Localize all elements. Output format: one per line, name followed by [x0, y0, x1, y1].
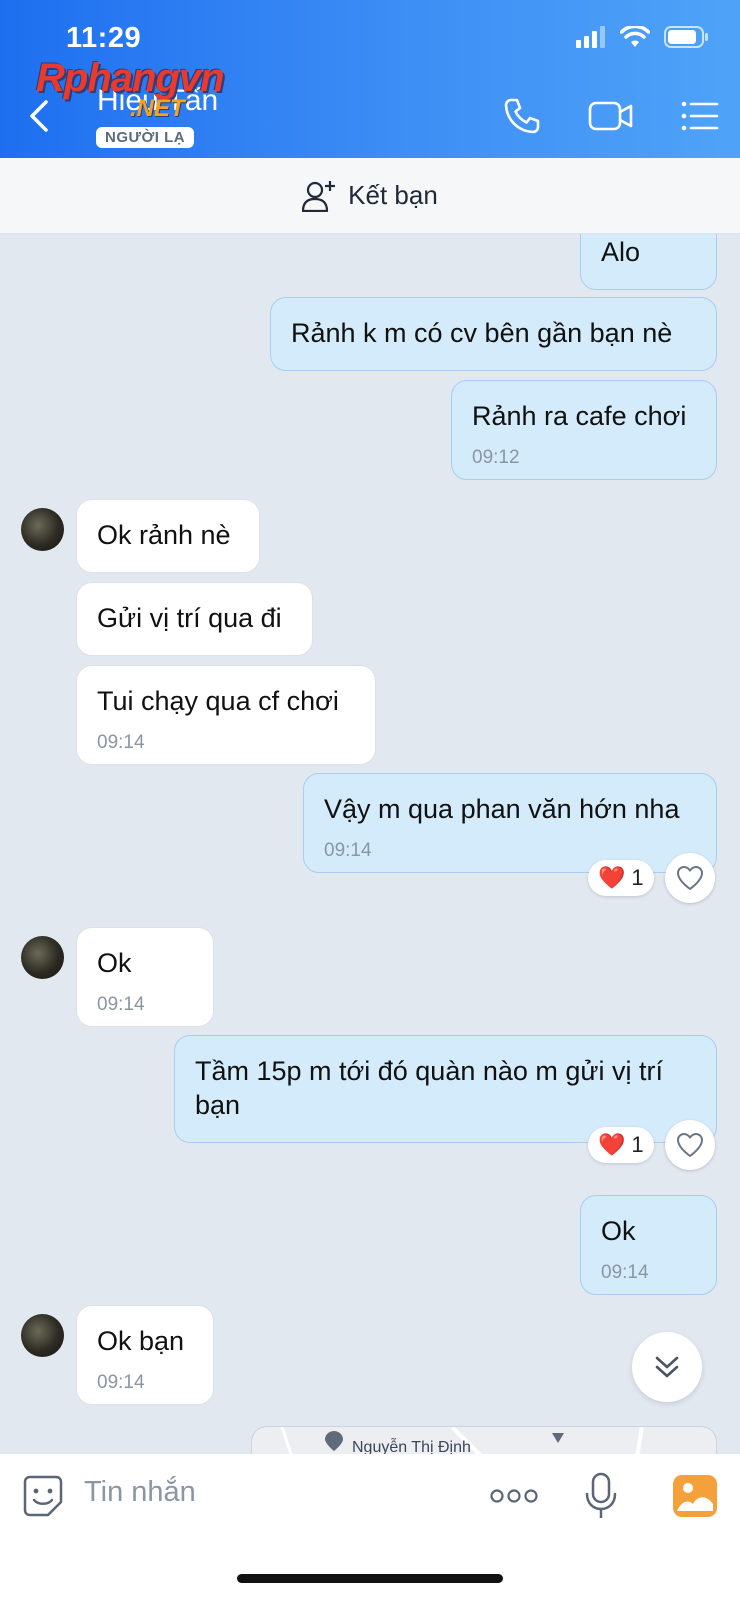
- message-text: Ok: [97, 948, 132, 978]
- message-text: Ok rảnh nè: [97, 520, 231, 550]
- video-call-icon[interactable]: [588, 96, 634, 136]
- message-text: Alo: [601, 237, 641, 267]
- message-text: Tầm 15p m tới đó quàn nào m gửi vị trí b…: [195, 1056, 663, 1120]
- reaction-count-badge[interactable]: ❤️ 1: [588, 860, 654, 896]
- message-bubble-out[interactable]: Vậy m qua phan văn hớn nha 09:14: [303, 773, 717, 873]
- message-bubble-out[interactable]: Rảnh k m có cv bên gần bạn nè: [270, 297, 717, 371]
- chat-messages[interactable]: Alo Rảnh k m có cv bên gần bạn nè Rảnh r…: [0, 234, 740, 1454]
- signal-icon: [576, 26, 605, 48]
- message-bubble-in[interactable]: Ok rảnh nè: [76, 499, 260, 573]
- add-friend-label: Kết bạn: [348, 180, 438, 210]
- like-button[interactable]: [665, 1120, 715, 1170]
- add-user-icon: [302, 180, 336, 212]
- like-button[interactable]: [665, 853, 715, 903]
- map-street-label: Nguyễn Thị Định: [352, 1439, 471, 1454]
- wifi-icon: [620, 26, 650, 47]
- message-bubble-in[interactable]: Tui chạy qua cf chơi 09:14: [76, 665, 376, 765]
- message-bubble-out[interactable]: Alo: [580, 234, 717, 290]
- stranger-badge: NGƯỜI LẠ: [96, 127, 195, 148]
- message-text: Ok bạn: [97, 1326, 185, 1356]
- message-time: 09:14: [97, 732, 145, 753]
- double-chevron-down-icon: [655, 1356, 679, 1378]
- message-bubble-in[interactable]: Ok bạn 09:14: [76, 1305, 214, 1405]
- contact-avatar[interactable]: [21, 1314, 64, 1357]
- status-icons: [576, 26, 710, 48]
- heart-reaction-icon: ❤️: [598, 865, 626, 890]
- heart-outline-icon: [677, 1133, 703, 1157]
- location-map-preview[interactable]: Nguyễn Thị Định: [251, 1426, 717, 1454]
- message-text: Vậy m qua phan văn hớn nha: [324, 794, 680, 824]
- message-text: Rảnh k m có cv bên gần bạn nè: [291, 318, 673, 348]
- message-bubble-in[interactable]: Gửi vị trí qua đi: [76, 582, 313, 656]
- contact-avatar[interactable]: [21, 936, 64, 979]
- reaction-count-badge[interactable]: ❤️ 1: [588, 1127, 654, 1163]
- sticker-icon[interactable]: [22, 1474, 64, 1518]
- heart-outline-icon: [677, 866, 703, 890]
- message-time: 09:14: [97, 1372, 145, 1393]
- chat-header: 11:29 Hiếu Tấn NGƯỜI LẠ Rphangvn .NET: [0, 0, 740, 158]
- scroll-to-bottom-button[interactable]: [632, 1332, 702, 1402]
- home-indicator[interactable]: [237, 1574, 503, 1583]
- reaction-count: 1: [631, 1132, 644, 1157]
- menu-list-icon[interactable]: [680, 96, 720, 136]
- message-text: Tui chạy qua cf chơi: [97, 686, 339, 716]
- message-time: 09:14: [97, 994, 145, 1015]
- message-time: 09:12: [472, 447, 520, 468]
- message-bubble-in[interactable]: Ok 09:14: [76, 927, 214, 1027]
- heart-reaction-icon: ❤️: [598, 1132, 626, 1157]
- microphone-icon[interactable]: [584, 1472, 618, 1520]
- image-gallery-icon[interactable]: [672, 1474, 718, 1518]
- reaction-count: 1: [631, 865, 644, 890]
- message-bubble-out[interactable]: Rảnh ra cafe chơi 09:12: [451, 380, 717, 480]
- add-friend-bar[interactable]: Kết bạn: [0, 158, 740, 234]
- status-time: 11:29: [66, 22, 142, 54]
- map-roads: [280, 1427, 644, 1454]
- battery-icon: [664, 26, 708, 48]
- phone-icon[interactable]: [502, 96, 542, 136]
- message-input[interactable]: Tin nhắn: [84, 1476, 196, 1509]
- more-dots-icon[interactable]: [490, 1488, 538, 1504]
- message-time: 09:14: [601, 1262, 649, 1283]
- message-bubble-out[interactable]: Ok 09:14: [580, 1195, 717, 1295]
- back-chevron-icon[interactable]: [24, 96, 54, 136]
- message-text: Ok: [601, 1216, 636, 1246]
- message-text: Gửi vị trí qua đi: [97, 603, 282, 633]
- contact-avatar[interactable]: [21, 508, 64, 551]
- message-text: Rảnh ra cafe chơi: [472, 401, 687, 431]
- watermark-logo-sub: .NET: [130, 95, 185, 122]
